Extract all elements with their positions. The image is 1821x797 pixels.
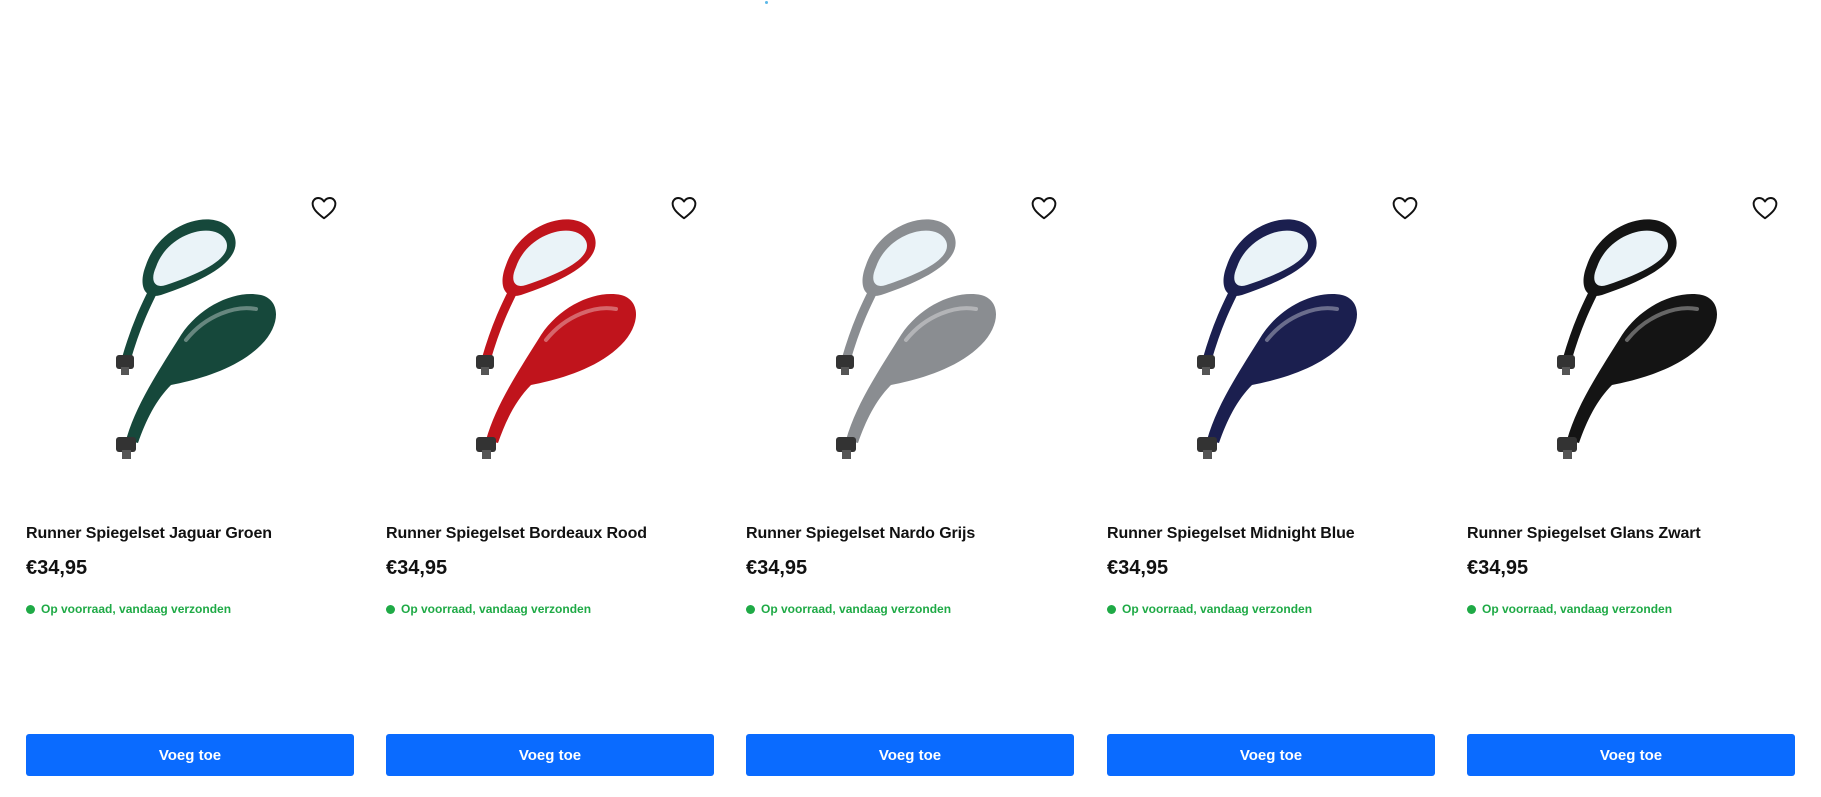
stock-dot-icon: [746, 604, 755, 614]
stock-dot-icon: [26, 604, 35, 614]
product-price: €34,95: [746, 557, 808, 579]
mirror-set-image: [116, 219, 276, 459]
add-to-cart-button[interactable]: Voeg toe: [386, 734, 714, 776]
stock-dot-icon: [1467, 604, 1476, 614]
product-price: €34,95: [1467, 557, 1529, 579]
stock-label: Op voorraad, vandaag verzonden: [401, 602, 592, 616]
add-to-cart-button[interactable]: Voeg toe: [26, 734, 354, 776]
product-card[interactable]: Runner Spiegelset Bordeaux Rood €34,95 O…: [386, 0, 714, 797]
product-card[interactable]: Runner Spiegelset Jaguar Groen €34,95 Op…: [26, 0, 354, 797]
product-price: €34,95: [386, 557, 448, 579]
stock-status: Op voorraad, vandaag verzonden: [1467, 602, 1672, 616]
product-image[interactable]: [436, 205, 676, 475]
product-price: €34,95: [26, 557, 88, 579]
mirror-set-image: [476, 219, 636, 459]
product-name[interactable]: Runner Spiegelset Nardo Grijs: [746, 525, 1074, 543]
stock-label: Op voorraad, vandaag verzonden: [41, 602, 232, 616]
product-image[interactable]: [1157, 205, 1397, 475]
stock-status: Op voorraad, vandaag verzonden: [26, 602, 231, 616]
product-name[interactable]: Runner Spiegelset Jaguar Groen: [26, 525, 354, 543]
mirror-set-image: [1557, 219, 1717, 459]
add-to-cart-button[interactable]: Voeg toe: [1107, 734, 1435, 776]
stock-label: Op voorraad, vandaag verzonden: [761, 602, 952, 616]
add-to-cart-button[interactable]: Voeg toe: [1467, 734, 1795, 776]
product-price: €34,95: [1107, 557, 1169, 579]
product-grid: Runner Spiegelset Jaguar Groen €34,95 Op…: [26, 0, 1796, 797]
stock-dot-icon: [386, 604, 395, 614]
stock-dot-icon: [1107, 604, 1116, 614]
product-image[interactable]: [796, 205, 1036, 475]
product-card[interactable]: Runner Spiegelset Midnight Blue €34,95 O…: [1107, 0, 1435, 797]
add-to-cart-button[interactable]: Voeg toe: [746, 734, 1074, 776]
product-name[interactable]: Runner Spiegelset Glans Zwart: [1467, 525, 1795, 543]
mirror-set-image: [836, 219, 996, 459]
stock-label: Op voorraad, vandaag verzonden: [1122, 602, 1313, 616]
product-card[interactable]: Runner Spiegelset Glans Zwart €34,95 Op …: [1467, 0, 1795, 797]
product-card[interactable]: Runner Spiegelset Nardo Grijs €34,95 Op …: [746, 0, 1074, 797]
stock-status: Op voorraad, vandaag verzonden: [386, 602, 591, 616]
product-name[interactable]: Runner Spiegelset Bordeaux Rood: [386, 525, 714, 543]
product-name[interactable]: Runner Spiegelset Midnight Blue: [1107, 525, 1435, 543]
mirror-set-image: [1197, 219, 1357, 459]
stock-status: Op voorraad, vandaag verzonden: [746, 602, 951, 616]
stock-status: Op voorraad, vandaag verzonden: [1107, 602, 1312, 616]
product-image[interactable]: [76, 205, 316, 475]
product-image[interactable]: [1517, 205, 1757, 475]
stock-label: Op voorraad, vandaag verzonden: [1482, 602, 1673, 616]
